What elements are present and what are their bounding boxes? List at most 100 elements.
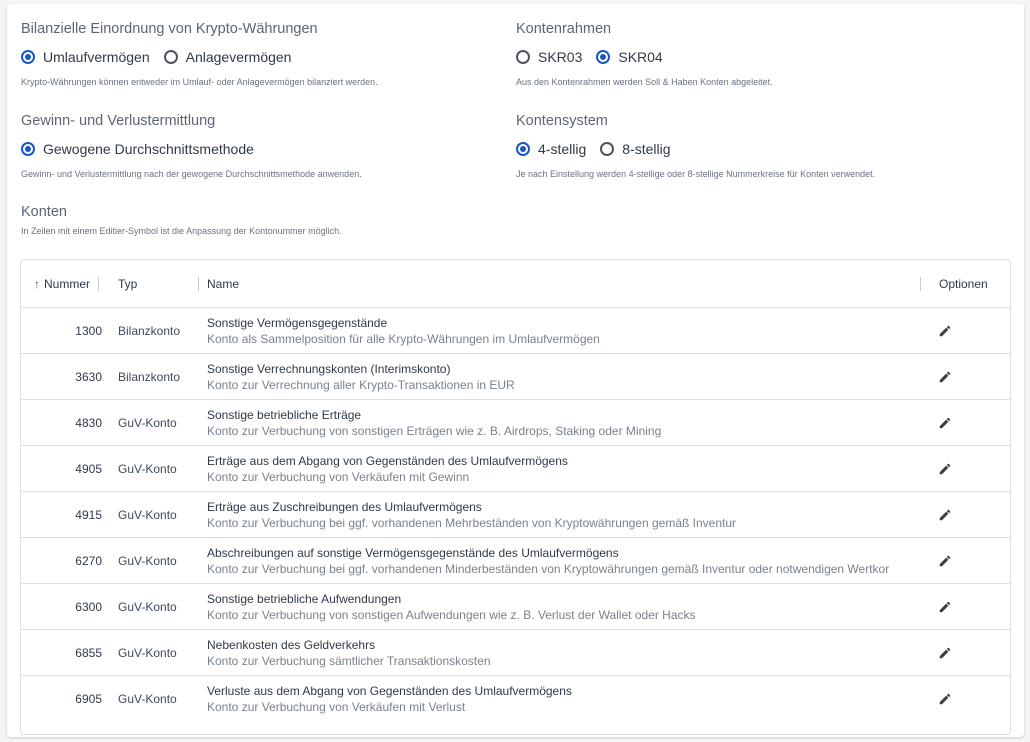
radio-label: 8-stellig [622, 141, 671, 157]
radio-label: 4-stellig [538, 141, 587, 157]
kontensystem-hint: Je nach Einstellung werden 4-stellige od… [516, 169, 876, 179]
guv-title: Gewinn- und Verlustermittlung [21, 113, 216, 129]
cell-name: Sonstige betriebliche Erträge Konto zur V… [207, 408, 921, 439]
bilanz-section: Bilanzielle Einordnung von Krypto-Währun… [21, 21, 378, 87]
bilanz-title: Bilanzielle Einordnung von Krypto-Währun… [21, 21, 318, 37]
pencil-icon[interactable] [938, 416, 952, 430]
radio-unchecked-icon[interactable] [516, 50, 530, 64]
guv-section: Gewinn- und Verlustermittlung Gewogene D… [21, 113, 362, 179]
konten-table: ↑ Nummer Typ Name Optionen 1300 Bilanzkon… [20, 259, 1011, 735]
edit-button[interactable] [935, 367, 955, 387]
column-divider [920, 276, 921, 291]
account-description: Konto zur Verbuchung von sonstigen Aufwe… [207, 608, 696, 622]
table-row: 4905 GuV-Konto Erträge aus dem Abgang von … [21, 446, 1010, 492]
pencil-icon[interactable] [938, 370, 952, 384]
kontensystem-section: Kontensystem 4-stellig 8-stellig Je nach… [516, 113, 875, 179]
column-label: Nummer [44, 276, 91, 291]
radio-label: Gewogene Durchschnittsmethode [43, 141, 254, 157]
account-description: Konto zur Verbuchung bei ggf. vorhandene… [207, 562, 890, 576]
radio-umlaufvermoegen[interactable]: Umlaufvermögen [21, 49, 150, 65]
radio-skr03[interactable]: SKR03 [516, 49, 582, 65]
column-header-name[interactable]: Name [198, 260, 239, 307]
radio-label: SKR03 [538, 49, 583, 65]
kontenrahmen-hint: Aus den Kontenrahmen werden Soll & Haben… [516, 77, 773, 87]
kontenrahmen-section: Kontenrahmen SKR03 SKR04 Aus den Kontenr… [516, 21, 773, 87]
konten-hint: In Zeilen mit einem Editier-Symbol ist d… [21, 226, 342, 236]
table-row: 4830 GuV-Konto Sonstige betriebliche Erträ… [21, 400, 1010, 446]
table-row: 1300 Bilanzkonto Sonstige Vermögensgegenst… [21, 308, 1010, 354]
radio-skr04[interactable]: SKR04 [596, 49, 663, 65]
pencil-icon[interactable] [938, 508, 952, 522]
cell-nummer: 4915 [75, 508, 102, 522]
table-row: 3630 Bilanzkonto Sonstige Verrechnungskont… [21, 354, 1010, 400]
column-divider [198, 276, 199, 291]
radio-label: Anlagevermögen [185, 49, 292, 65]
konten-title: Konten [21, 204, 67, 220]
edit-button[interactable] [935, 459, 955, 479]
edit-button[interactable] [935, 505, 955, 525]
column-label: Name [207, 276, 240, 291]
radio-anlagevermoegen[interactable]: Anlagevermögen [163, 49, 292, 65]
account-name: Abschreibungen auf sonstige Vermögensgeg… [207, 546, 619, 560]
column-label: Typ [118, 276, 138, 291]
radio-unchecked-icon[interactable] [163, 50, 178, 64]
pencil-icon[interactable] [938, 600, 952, 614]
account-name: Verluste aus dem Abgang von Gegenständen… [207, 684, 572, 698]
cell-name: Abschreibungen auf sonstige Vermögensgeg… [207, 546, 921, 577]
column-label: Optionen [939, 276, 988, 291]
arrow-up-icon[interactable]: ↑ [34, 277, 40, 291]
edit-button[interactable] [935, 413, 955, 433]
radio-checked-icon[interactable] [21, 50, 35, 64]
edit-button[interactable] [935, 597, 955, 617]
pencil-icon[interactable] [938, 324, 952, 338]
radio-8-stellig[interactable]: 8-stellig [600, 141, 671, 157]
column-header-optionen: Optionen [920, 260, 988, 307]
radio-label: Umlaufvermögen [43, 49, 150, 65]
kontensystem-radio-group: 4-stellig 8-stellig [516, 138, 875, 160]
radio-checked-icon[interactable] [596, 50, 611, 64]
edit-button[interactable] [935, 551, 955, 571]
account-description: Konto zur Verrechnung aller Krypto-Trans… [207, 378, 515, 392]
account-description: Konto als Sammelposition für alle Krypto… [207, 332, 600, 346]
pencil-icon[interactable] [938, 554, 952, 568]
kontensystem-title: Kontensystem [516, 113, 608, 129]
account-name: Sonstige betriebliche Aufwendungen [207, 592, 402, 606]
cell-nummer: 1300 [75, 324, 102, 338]
bilanz-hint: Krypto-Währungen können entweder im Umla… [21, 77, 378, 87]
table-row: 6300 GuV-Konto Sonstige betriebliche Aufwe… [21, 584, 1010, 630]
cell-typ: GuV-Konto [118, 692, 177, 706]
cell-nummer: 4830 [75, 416, 102, 430]
radio-4-stellig[interactable]: 4-stellig [516, 141, 586, 157]
pencil-icon[interactable] [938, 692, 952, 706]
cell-typ: Bilanzkonto [118, 324, 181, 338]
guv-radio-group: Gewogene Durchschnittsmethode [21, 138, 362, 160]
bilanz-radio-group: Umlaufvermögen Anlagevermögen [21, 46, 378, 68]
radio-durchschnittsmethode[interactable]: Gewogene Durchschnittsmethode [21, 141, 254, 157]
account-description: Konto zur Verbuchung bei ggf. vorhandene… [207, 516, 737, 530]
cell-nummer: 6905 [75, 692, 102, 706]
edit-button[interactable] [935, 689, 955, 709]
account-name: Nebenkosten des Geldverkehrs [207, 638, 376, 652]
cell-name: Nebenkosten des Geldverkehrs Konto zur Ve… [207, 638, 921, 669]
cell-name: Sonstige Vermögensgegenstände Konto als S… [207, 316, 921, 347]
cell-nummer: 6855 [75, 646, 102, 660]
radio-checked-icon[interactable] [21, 142, 35, 156]
cell-nummer: 6300 [75, 600, 102, 614]
radio-checked-icon[interactable] [516, 142, 530, 156]
edit-button[interactable] [935, 321, 955, 341]
column-header-nummer[interactable]: ↑ Nummer [34, 260, 100, 307]
radio-unchecked-icon[interactable] [600, 142, 615, 156]
column-header-typ[interactable]: Typ [118, 260, 137, 307]
account-description: Konto zur Verbuchung sämtlicher Transakt… [207, 654, 491, 668]
table-row: 6270 GuV-Konto Abschreibungen auf sonstige… [21, 538, 1010, 584]
account-description: Konto zur Verbuchung von sonstigen Erträ… [207, 424, 662, 438]
account-description: Konto zur Verbuchung von Verkäufen mit V… [207, 700, 466, 714]
edit-button[interactable] [935, 643, 955, 663]
pencil-icon[interactable] [938, 646, 952, 660]
pencil-icon[interactable] [938, 462, 952, 476]
cell-typ: Bilanzkonto [118, 370, 181, 384]
cell-typ: GuV-Konto [118, 416, 177, 430]
account-name: Erträge aus Zuschreibungen des Umlaufver… [207, 500, 482, 514]
cell-typ: GuV-Konto [118, 554, 177, 568]
kontenrahmen-title: Kontenrahmen [516, 21, 612, 37]
